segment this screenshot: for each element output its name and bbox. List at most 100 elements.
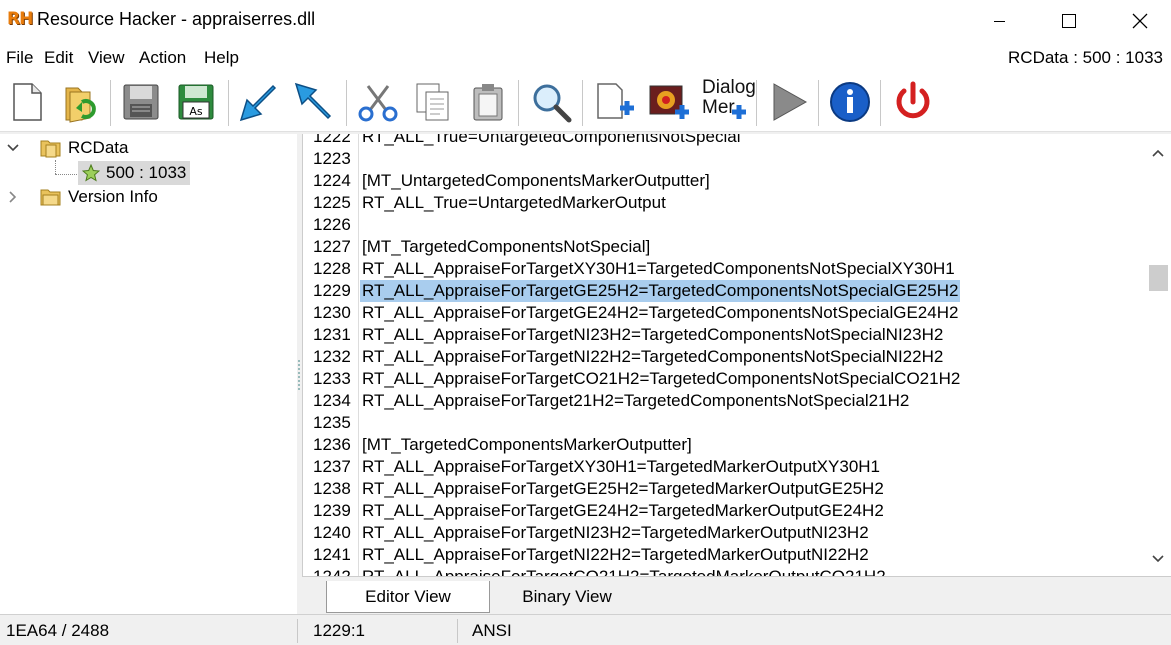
editor-line: 1231 RT_ALL_AppraiseForTargetNI23H2=Targe… bbox=[303, 324, 1123, 346]
add-blank-resource-button[interactable] bbox=[590, 78, 638, 126]
tree-node-rcdata[interactable]: RCData bbox=[6, 136, 128, 160]
menu-bar: File Edit View Action Help RCData : 500 … bbox=[0, 42, 1171, 72]
cut-button[interactable] bbox=[354, 78, 402, 126]
view-tabs: Editor View Binary View bbox=[302, 576, 1171, 614]
editor-line: 1234 RT_ALL_AppraiseForTarget21H2=Targete… bbox=[303, 390, 1123, 412]
line-text: [MT_TargetedComponentsMarkerOutputter] bbox=[362, 435, 692, 454]
toolbar-separator bbox=[110, 80, 111, 126]
arrow-down-left-icon bbox=[239, 84, 277, 122]
copy-icon bbox=[416, 83, 449, 121]
editor-line: 1230 RT_ALL_AppraiseForTargetGE24H2=Targe… bbox=[303, 302, 1123, 324]
current-resource-indicator: RCData : 500 : 1033 bbox=[1008, 48, 1163, 67]
toolbar: As bbox=[0, 72, 1171, 132]
line-text: RT_ALL_AppraiseForTargetNI22H2=TargetedM… bbox=[362, 545, 869, 564]
scissors-icon bbox=[358, 85, 398, 122]
dialog-label: Dialog bbox=[702, 77, 756, 98]
export-button[interactable] bbox=[290, 78, 338, 126]
magnifier-icon bbox=[533, 84, 572, 123]
tab-editor-view[interactable]: Editor View bbox=[326, 581, 490, 613]
save-as-button[interactable]: As bbox=[172, 78, 220, 126]
tree-node-version-info[interactable]: Version Info bbox=[6, 185, 158, 209]
add-image-resource-button[interactable] bbox=[645, 78, 693, 126]
line-number: 1229 bbox=[313, 281, 351, 300]
tab-binary-view[interactable]: Binary View bbox=[492, 581, 642, 613]
line-text: RT_ALL_AppraiseForTargetNI22H2=TargetedC… bbox=[362, 347, 944, 366]
line-number: 1228 bbox=[313, 259, 351, 278]
line-text: RT_ALL_AppraiseForTargetNI23H2=TargetedC… bbox=[362, 325, 944, 344]
line-number: 1233 bbox=[313, 369, 351, 388]
exit-button[interactable] bbox=[889, 78, 937, 126]
line-text: RT_ALL_AppraiseForTargetXY30H1=TargetedC… bbox=[362, 259, 955, 278]
menu-view[interactable]: View bbox=[88, 48, 125, 68]
line-text: RT_ALL_AppraiseForTargetXY30H1=TargetedM… bbox=[362, 457, 881, 476]
minimize-button[interactable] bbox=[976, 0, 1022, 42]
line-text: RT_ALL_True=UntargetedMarkerOutput bbox=[362, 193, 666, 212]
line-number: 1223 bbox=[313, 149, 351, 168]
dialog-menu-label: Dialog Mer bbox=[702, 77, 756, 118]
close-button[interactable] bbox=[1117, 0, 1163, 42]
paste-button[interactable] bbox=[464, 78, 512, 126]
editor-line: 1239 RT_ALL_AppraiseForTargetGE24H2=Targe… bbox=[303, 500, 1123, 522]
status-separator bbox=[457, 619, 458, 643]
about-button[interactable] bbox=[826, 78, 874, 126]
editor-line: 1238 RT_ALL_AppraiseForTargetGE25H2=Targe… bbox=[303, 478, 1123, 500]
toolbar-separator bbox=[346, 80, 347, 126]
title-bar: RH Resource Hacker - appraiserres.dll bbox=[0, 0, 1171, 42]
editor-line: 1227 [MT_TargetedComponentsNotSpecial] bbox=[303, 236, 1123, 258]
tree-connector bbox=[55, 174, 79, 175]
compile-run-button[interactable] bbox=[764, 78, 812, 126]
close-icon bbox=[1132, 13, 1148, 29]
editor-line: 1223 bbox=[303, 148, 1123, 170]
toolbar-separator bbox=[582, 80, 583, 126]
line-number: 1237 bbox=[313, 457, 351, 476]
line-text: RT_ALL_AppraiseForTargetNI23H2=TargetedM… bbox=[362, 523, 869, 542]
line-text: RT_ALL_AppraiseForTargetGE24H2=TargetedC… bbox=[362, 303, 959, 322]
editor-line: 1232 RT_ALL_AppraiseForTargetNI22H2=Targe… bbox=[303, 346, 1123, 368]
paste-clipboard-icon bbox=[473, 84, 503, 121]
menu-action[interactable]: Action bbox=[139, 48, 186, 68]
import-button[interactable] bbox=[235, 78, 283, 126]
tree-node-500-1033[interactable]: 500 : 1033 bbox=[78, 161, 191, 185]
open-button[interactable] bbox=[58, 78, 106, 126]
editor-line: 1233 RT_ALL_AppraiseForTargetCO21H2=Targe… bbox=[303, 368, 1123, 390]
save-button[interactable] bbox=[117, 78, 165, 126]
editor-line: 1241 RT_ALL_AppraiseForTargetNI22H2=Targe… bbox=[303, 544, 1123, 566]
open-folder-icon bbox=[65, 87, 96, 123]
line-number: 1234 bbox=[313, 391, 351, 410]
find-button[interactable] bbox=[527, 78, 575, 126]
line-text: RT_ALL_True=UntargetedComponentsNotSpeci… bbox=[362, 134, 741, 146]
svg-text:As: As bbox=[189, 105, 203, 118]
script-editor[interactable]: 1222 RT_ALL_True=UntargetedComponentsNot… bbox=[302, 134, 1171, 576]
menu-edit[interactable]: Edit bbox=[44, 48, 73, 68]
editor-line: 1235 bbox=[303, 412, 1123, 434]
save-as-icon: As bbox=[178, 84, 214, 120]
new-button[interactable] bbox=[3, 78, 51, 126]
line-number: 1241 bbox=[313, 545, 351, 564]
scrollbar-thumb[interactable] bbox=[1149, 265, 1168, 291]
tree-label-version-info: Version Info bbox=[68, 187, 158, 206]
tree-label-rcdata: RCData bbox=[68, 138, 129, 157]
editor-line: 1228 RT_ALL_AppraiseForTargetXY30H1=Targe… bbox=[303, 258, 1123, 280]
menu-file[interactable]: File bbox=[6, 48, 33, 68]
line-number: 1236 bbox=[313, 435, 351, 454]
power-icon bbox=[896, 81, 930, 119]
splitter-grip[interactable] bbox=[298, 360, 301, 390]
line-text: RT_ALL_AppraiseForTargetGE24H2=TargetedM… bbox=[362, 501, 884, 520]
line-text: RT_ALL_AppraiseForTargetCO21H2=TargetedM… bbox=[362, 566, 886, 576]
line-number: 1227 bbox=[313, 237, 351, 256]
line-number: 1239 bbox=[313, 501, 351, 520]
line-number: 1224 bbox=[313, 171, 351, 190]
editor-line: 1236 [MT_TargetedComponentsMarkerOutputte… bbox=[303, 434, 1123, 456]
vertical-scrollbar[interactable] bbox=[1146, 134, 1171, 576]
arrow-up-left-icon bbox=[294, 82, 332, 120]
menu-help[interactable]: Help bbox=[204, 48, 239, 68]
folder-icon bbox=[40, 189, 61, 206]
save-disk-icon bbox=[123, 84, 159, 120]
maximize-button[interactable] bbox=[1046, 0, 1092, 42]
line-number: 1231 bbox=[313, 325, 351, 344]
scroll-down-icon[interactable] bbox=[1151, 552, 1165, 566]
copy-button[interactable] bbox=[409, 78, 457, 126]
scroll-up-icon[interactable] bbox=[1151, 146, 1165, 160]
line-text: RT_ALL_AppraiseForTargetGE25H2=TargetedM… bbox=[362, 479, 884, 498]
line-number: 1238 bbox=[313, 479, 351, 498]
